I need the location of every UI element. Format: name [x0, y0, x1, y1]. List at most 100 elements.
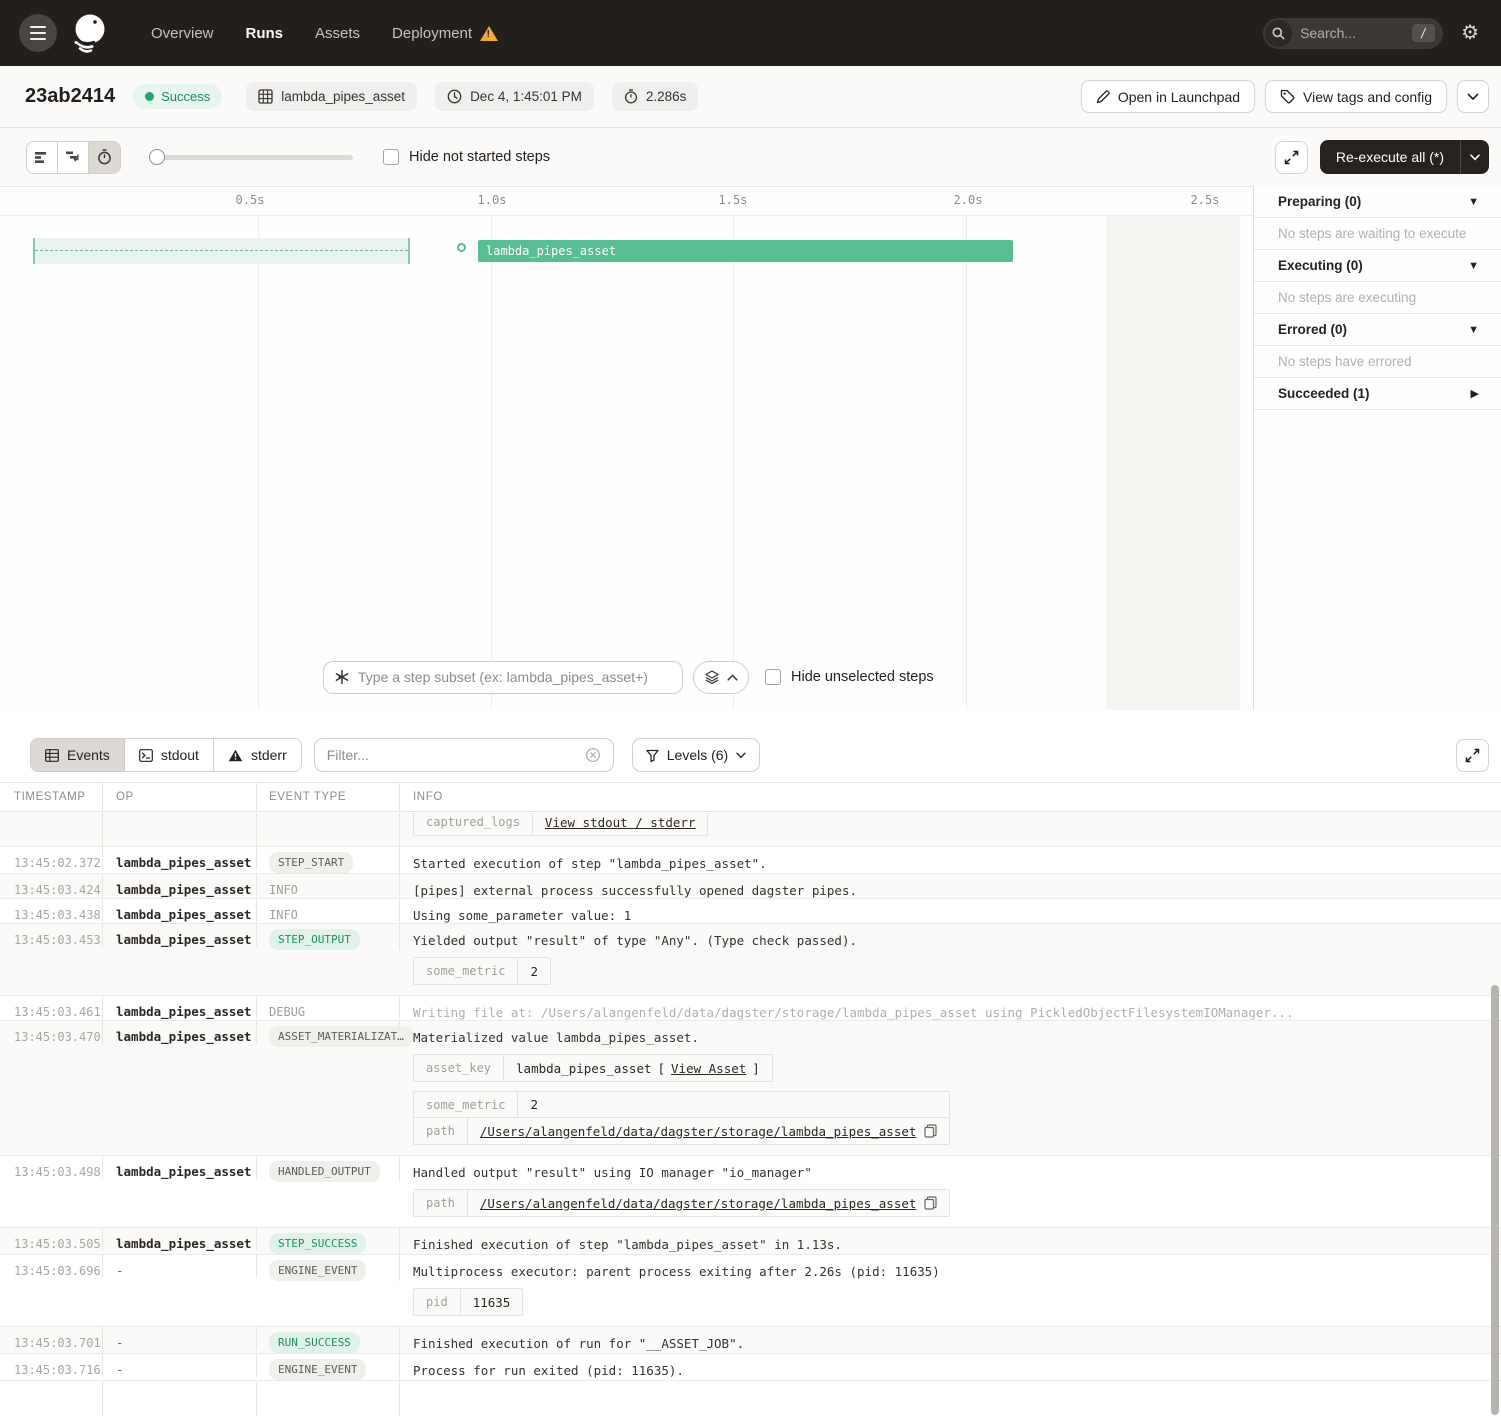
events-fullscreen-button[interactable]	[1456, 739, 1489, 772]
event-info-text: Yielded output "result" of type "Any". (…	[413, 924, 857, 948]
run-header: 23ab2414 Success lambda_pipes_assetDec 4…	[0, 66, 1501, 128]
nav-links: Overview Runs Assets Deployment	[151, 25, 498, 42]
gantt-zoom-slider[interactable]	[149, 149, 353, 165]
step-subset-input[interactable]: Type a step subset (ex: lambda_pipes_ass…	[323, 661, 683, 694]
step-status-section-header[interactable]: Executing (0)▼	[1254, 250, 1501, 282]
event-op-name[interactable]: lambda_pipes_asset	[116, 1156, 251, 1179]
tab-stderr[interactable]: stderr	[214, 739, 301, 771]
event-log-row[interactable]: 13:45:03.470lambda_pipes_assetASSET_MATE…	[0, 1021, 1501, 1156]
event-timestamp[interactable]: 13:45:03.453	[14, 924, 101, 947]
bracket: ]	[752, 1061, 760, 1076]
event-log-row[interactable]: 13:45:03.461lambda_pipes_assetDEBUGWriti…	[0, 996, 1501, 1021]
event-op-name[interactable]: lambda_pipes_asset	[116, 899, 251, 922]
nav-item-assets[interactable]: Assets	[315, 25, 360, 42]
event-info-text: Using some_parameter value: 1	[413, 899, 631, 923]
event-timestamp[interactable]: 13:45:03.461	[14, 996, 101, 1019]
events-toolbar: Eventsstdoutstderr Filter... Levels (6)	[0, 738, 1501, 772]
status-label: Success	[161, 89, 210, 104]
event-log-row[interactable]: 13:45:03.453 lambda_pipes_asset STEP_OUTPU…	[0, 924, 1501, 996]
apply-selection-button[interactable]	[693, 661, 749, 694]
event-op-name[interactable]: lambda_pipes_asset	[116, 1021, 251, 1044]
event-op-name[interactable]: lambda_pipes_asset	[116, 996, 251, 1019]
view-asset-link[interactable]: View Asset	[671, 1061, 746, 1076]
gantt-toolbar: Hide not started steps Re-execute all (*…	[0, 128, 1501, 186]
event-log-row[interactable]: 13:45:02.372lambda_pipes_assetSTEP_START…	[0, 847, 1501, 874]
hamburger-menu-icon[interactable]	[19, 14, 57, 52]
event-op-name[interactable]: lambda_pipes_asset	[116, 924, 251, 947]
checkbox-icon[interactable]	[383, 149, 399, 165]
event-timestamp[interactable]: 13:45:03.438	[14, 899, 101, 922]
timeline-tick-label: 1.0s	[478, 193, 507, 207]
event-log-row[interactable]: 13:45:03.498lambda_pipes_assetHANDLED_OU…	[0, 1156, 1501, 1228]
event-log-row[interactable]: 13:45:03.438 lambda_pipes_asset INFO Using …	[0, 899, 1501, 924]
event-timestamp[interactable]: 13:45:02.372	[14, 847, 101, 870]
event-log-header: TIMESTAMPOPEVENT TYPEINFO	[0, 782, 1501, 812]
view-tags-config-button[interactable]: View tags and config	[1265, 80, 1447, 113]
event-timestamp[interactable]: 13:45:03.424	[14, 874, 101, 897]
open-in-launchpad-button[interactable]: Open in Launchpad	[1081, 80, 1255, 113]
event-op-name[interactable]: lambda_pipes_asset	[116, 1228, 251, 1251]
step-status-section-header[interactable]: Succeeded (1)▶	[1254, 378, 1501, 410]
event-op-name: -	[116, 1327, 124, 1350]
event-log-row[interactable]: 13:45:03.424lambda_pipes_assetINFO[pipes…	[0, 874, 1501, 899]
search-input[interactable]: Search... /	[1263, 18, 1443, 49]
event-op-name[interactable]: lambda_pipes_asset	[116, 847, 251, 870]
copy-path-icon[interactable]	[924, 1196, 937, 1210]
levels-dropdown[interactable]: Levels (6)	[632, 738, 760, 772]
event-info-text: Finished execution of step "lambda_pipes…	[413, 1228, 842, 1252]
nav-item-runs[interactable]: Runs	[246, 25, 284, 42]
column-header-info: INFO	[400, 783, 1501, 811]
metadata-value-link[interactable]: View stdout / stderr	[545, 815, 696, 830]
hide-unselected-checkbox[interactable]: Hide unselected steps	[765, 669, 934, 685]
gear-icon[interactable]: ⚙	[1461, 23, 1479, 43]
gantt-fullscreen-button[interactable]	[1275, 141, 1308, 174]
events-table-icon	[45, 749, 59, 762]
metadata-value-link[interactable]: /Users/alangenfeld/data/dagster/storage/…	[480, 1196, 917, 1211]
step-status-section-header[interactable]: Errored (0)▼	[1254, 314, 1501, 346]
event-log-row[interactable]: captured_logsView stdout / stderr	[0, 813, 1501, 847]
run-actions-dropdown-button[interactable]	[1457, 80, 1489, 113]
event-timestamp[interactable]: 13:45:03.470	[14, 1021, 101, 1044]
nav-item-deployment[interactable]: Deployment	[392, 25, 498, 42]
event-log-row[interactable]: 13:45:03.505lambda_pipes_assetSTEP_SUCCE…	[0, 1228, 1501, 1255]
event-log-row[interactable]: 13:45:03.701-RUN_SUCCESSFinished executi…	[0, 1327, 1501, 1354]
step-status-section-header[interactable]: Preparing (0)▼	[1254, 186, 1501, 218]
event-type-badge: STEP_OUTPUT	[269, 929, 360, 950]
clear-filter-icon[interactable]	[585, 747, 601, 763]
metadata-value-link[interactable]: /Users/alangenfeld/data/dagster/storage/…	[480, 1124, 917, 1139]
events-scrollbar[interactable]	[1491, 985, 1499, 1415]
step-subset-placeholder: Type a step subset (ex: lambda_pipes_ass…	[358, 669, 648, 685]
slider-handle[interactable]	[149, 149, 165, 165]
timed-view-button[interactable]	[89, 142, 120, 173]
gantt-step-bar[interactable]: lambda_pipes_asset	[478, 240, 1013, 262]
reexecute-all-button[interactable]: Re-execute all (*)	[1320, 140, 1489, 174]
event-timestamp[interactable]: 13:45:03.701	[14, 1327, 101, 1350]
event-info-text: Handled output "result" using IO manager…	[413, 1156, 812, 1180]
event-timestamp[interactable]: 13:45:03.505	[14, 1228, 101, 1251]
event-op-name[interactable]: lambda_pipes_asset	[116, 874, 251, 897]
run-tag-chip[interactable]: lambda_pipes_asset	[246, 82, 417, 111]
log-filter-input[interactable]: Filter...	[314, 738, 614, 772]
gantt-gridline	[966, 216, 967, 710]
copy-path-icon[interactable]	[924, 1124, 937, 1138]
event-info-text: Multiprocess executor: parent process ex…	[413, 1255, 940, 1279]
event-timestamp[interactable]: 13:45:03.716	[14, 1354, 101, 1377]
column-header-timestamp: TIMESTAMP	[0, 783, 103, 811]
reexecute-dropdown-caret[interactable]	[1460, 140, 1489, 174]
flat-view-button[interactable]	[27, 142, 58, 173]
nav-item-overview[interactable]: Overview	[151, 25, 214, 42]
event-log-row[interactable]: 13:45:03.716-ENGINE_EVENTProcess for run…	[0, 1354, 1501, 1381]
waterfall-view-button[interactable]	[58, 142, 89, 173]
checkbox-icon[interactable]	[765, 669, 781, 685]
tab-events[interactable]: Events	[31, 739, 125, 771]
event-type-label: INFO	[269, 899, 298, 922]
tab-stdout[interactable]: stdout	[125, 739, 214, 771]
dagster-logo-icon[interactable]	[65, 10, 111, 56]
filter-placeholder: Filter...	[327, 747, 585, 763]
hide-not-started-checkbox[interactable]: Hide not started steps	[383, 149, 550, 165]
event-timestamp[interactable]: 13:45:03.696	[14, 1255, 101, 1278]
event-timestamp[interactable]: 13:45:03.498	[14, 1156, 101, 1179]
column-header-op: OP	[103, 783, 257, 811]
event-info-text: Process for run exited (pid: 11635).	[413, 1354, 684, 1378]
event-log-row[interactable]: 13:45:03.696-ENGINE_EVENTMultiprocess ex…	[0, 1255, 1501, 1327]
